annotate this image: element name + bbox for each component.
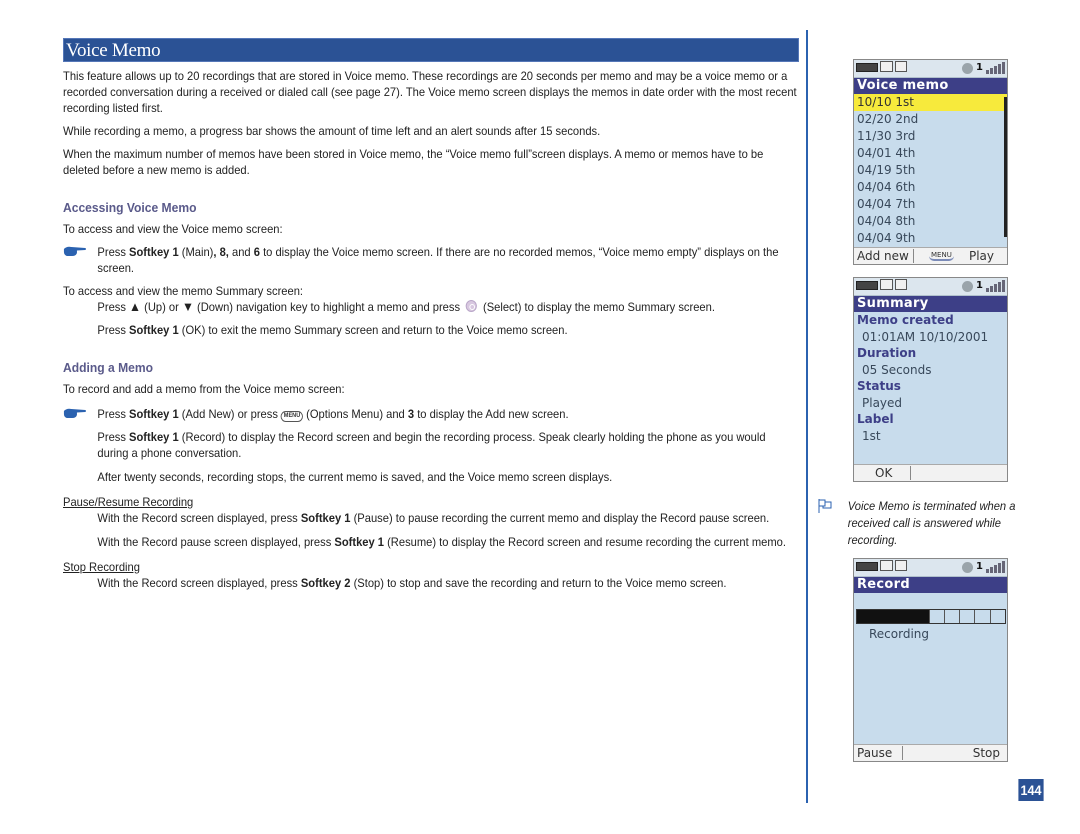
summary-field-label: Duration bbox=[857, 346, 917, 360]
stop-step-1: With the Record screen displayed, press … bbox=[97, 576, 727, 590]
pointing-hand-icon bbox=[63, 246, 87, 256]
accessing-step-1: Press Softkey 1 (Main), 8, and 6 to disp… bbox=[63, 244, 798, 276]
pause-resume-heading: Pause/Resume Recording bbox=[63, 495, 194, 509]
down-arrow-icon: ▼ bbox=[181, 299, 194, 314]
globe-icon bbox=[962, 280, 974, 292]
call-line-icon: 1 bbox=[976, 62, 983, 73]
accessing-step-3: Press Softkey 1 (OK) to exit the memo Su… bbox=[97, 323, 568, 337]
recording-progress-bar bbox=[856, 609, 1006, 624]
memo-list-item[interactable]: 04/01 4th bbox=[854, 145, 1007, 162]
message-icon bbox=[880, 61, 893, 72]
memo-list-item[interactable]: 04/19 5th bbox=[854, 162, 1007, 179]
memo-list: 10/10 1st 02/20 2nd 11/30 3rd 04/01 4th 04/1… bbox=[854, 94, 1007, 247]
intro-paragraph-2: While recording a memo, a progress bar s… bbox=[63, 124, 601, 138]
progress-segment bbox=[959, 610, 975, 623]
progress-segment bbox=[974, 610, 990, 623]
recording-status: Recording bbox=[869, 627, 930, 641]
softkey-play[interactable]: Play bbox=[969, 249, 1004, 263]
menu-key-icon: MENU bbox=[281, 411, 304, 422]
column-divider bbox=[806, 30, 808, 803]
signal-icon bbox=[986, 280, 1005, 292]
section-title: Voice Memo bbox=[63, 38, 799, 62]
softkey-pause[interactable]: Pause bbox=[857, 746, 904, 760]
softkey-bar: Add new MENU Play bbox=[854, 247, 1007, 264]
progress-fill bbox=[857, 610, 929, 623]
softkey-stop[interactable]: Stop bbox=[973, 746, 1004, 760]
memo-list-item[interactable]: 04/04 9th bbox=[854, 230, 1007, 247]
select-key-icon bbox=[465, 300, 478, 312]
intro-paragraph-1: This feature allows up to 20 recordings … bbox=[63, 69, 797, 115]
status-bar: 1 bbox=[854, 559, 1007, 577]
note: Voice Memo is terminated when a received… bbox=[818, 498, 1048, 549]
softkey-ok[interactable]: OK bbox=[857, 466, 912, 480]
memo-list-item[interactable]: 04/04 8th bbox=[854, 213, 1007, 230]
page-number: 144 bbox=[1018, 779, 1044, 801]
globe-icon bbox=[962, 561, 974, 573]
status-bar: 1 bbox=[854, 60, 1007, 78]
summary-fields: Memo created 01:01AM 10/10/2001 Duration 05… bbox=[854, 312, 1007, 444]
summary-field-label: Memo created bbox=[857, 313, 954, 327]
signal-icon bbox=[986, 561, 1005, 573]
pause-step-2: With the Record pause screen displayed, … bbox=[97, 535, 786, 549]
memo-list-item[interactable]: 04/04 7th bbox=[854, 196, 1007, 213]
progress-segment bbox=[943, 610, 960, 623]
progress-segment bbox=[928, 610, 944, 623]
main-content: Voice Memo This feature allows up to 20 … bbox=[63, 38, 799, 591]
globe-icon bbox=[962, 62, 974, 74]
pointing-hand-icon bbox=[63, 408, 87, 418]
memo-list-item[interactable]: 10/10 1st bbox=[854, 94, 1007, 111]
calendar-icon bbox=[895, 279, 907, 290]
message-icon bbox=[880, 560, 893, 571]
memo-list-item[interactable]: 04/04 6th bbox=[854, 179, 1007, 196]
softkey-1-key: Softkey 1 bbox=[129, 245, 179, 259]
softkey-bar: OK bbox=[854, 464, 1007, 481]
progress-segment bbox=[989, 610, 1005, 623]
summary-field-value: 01:01AM 10/10/2001 bbox=[862, 329, 989, 344]
summary-lead: To access and view the memo Summary scre… bbox=[63, 284, 304, 298]
body-text: This feature allows up to 20 recordings … bbox=[63, 68, 798, 591]
adding-step-2: Press Softkey 1 (Record) to display the … bbox=[97, 430, 766, 460]
pause-step-1: With the Record screen displayed, press … bbox=[97, 511, 770, 525]
voice-memo-screen: 1 Voice memo 10/10 1st 02/20 2nd 11/30 3rd… bbox=[853, 59, 1008, 265]
message-icon bbox=[880, 279, 893, 290]
calendar-icon bbox=[895, 61, 907, 72]
summary-field-value: 05 Seconds bbox=[862, 362, 932, 377]
summary-field-label: Status bbox=[857, 379, 901, 393]
record-screen: 1 Record Recording Pause Stop bbox=[853, 558, 1008, 762]
battery-icon bbox=[856, 281, 878, 290]
summary-field-value: 1st bbox=[862, 428, 881, 443]
status-bar: 1 bbox=[854, 278, 1007, 296]
adding-step-1: Press Softkey 1 (Add New) or press MENU … bbox=[63, 406, 798, 422]
accessing-lead: To access and view the Voice memo screen… bbox=[63, 222, 283, 236]
scrollbar[interactable] bbox=[1004, 97, 1007, 237]
screen-title: Record bbox=[854, 577, 1007, 593]
softkey-add-new[interactable]: Add new bbox=[857, 249, 914, 263]
accessing-heading: Accessing Voice Memo bbox=[63, 200, 197, 215]
adding-lead: To record and add a memo from the Voice … bbox=[63, 382, 345, 396]
adding-heading: Adding a Memo bbox=[63, 360, 154, 375]
menu-softkey[interactable]: MENU bbox=[929, 251, 954, 261]
softkey-bar: Pause Stop bbox=[854, 744, 1007, 761]
call-line-icon: 1 bbox=[976, 561, 983, 572]
signal-icon bbox=[986, 62, 1005, 74]
battery-icon bbox=[856, 562, 878, 571]
calendar-icon bbox=[895, 560, 907, 571]
screen-title: Voice memo bbox=[854, 78, 1007, 94]
summary-field-label: Label bbox=[857, 412, 894, 426]
accessing-step-2: Press ▲ (Up) or ▼ (Down) navigation key … bbox=[97, 299, 715, 314]
intro-paragraph-3: When the maximum number of memos have be… bbox=[63, 147, 764, 177]
note-text: Voice Memo is terminated when a received… bbox=[847, 499, 1016, 547]
memo-list-item[interactable]: 02/20 2nd bbox=[854, 111, 1007, 128]
adding-step-3: After twenty seconds, recording stops, t… bbox=[97, 470, 613, 484]
summary-screen: 1 Summary Memo created 01:01AM 10/10/2001… bbox=[853, 277, 1008, 482]
up-arrow-icon: ▲ bbox=[129, 299, 142, 314]
stop-recording-heading: Stop Recording bbox=[63, 560, 140, 574]
battery-icon bbox=[856, 63, 878, 72]
call-line-icon: 1 bbox=[976, 280, 983, 291]
memo-list-item[interactable]: 11/30 3rd bbox=[854, 128, 1007, 145]
summary-field-value: Played bbox=[862, 395, 903, 410]
screen-title: Summary bbox=[854, 296, 1007, 312]
